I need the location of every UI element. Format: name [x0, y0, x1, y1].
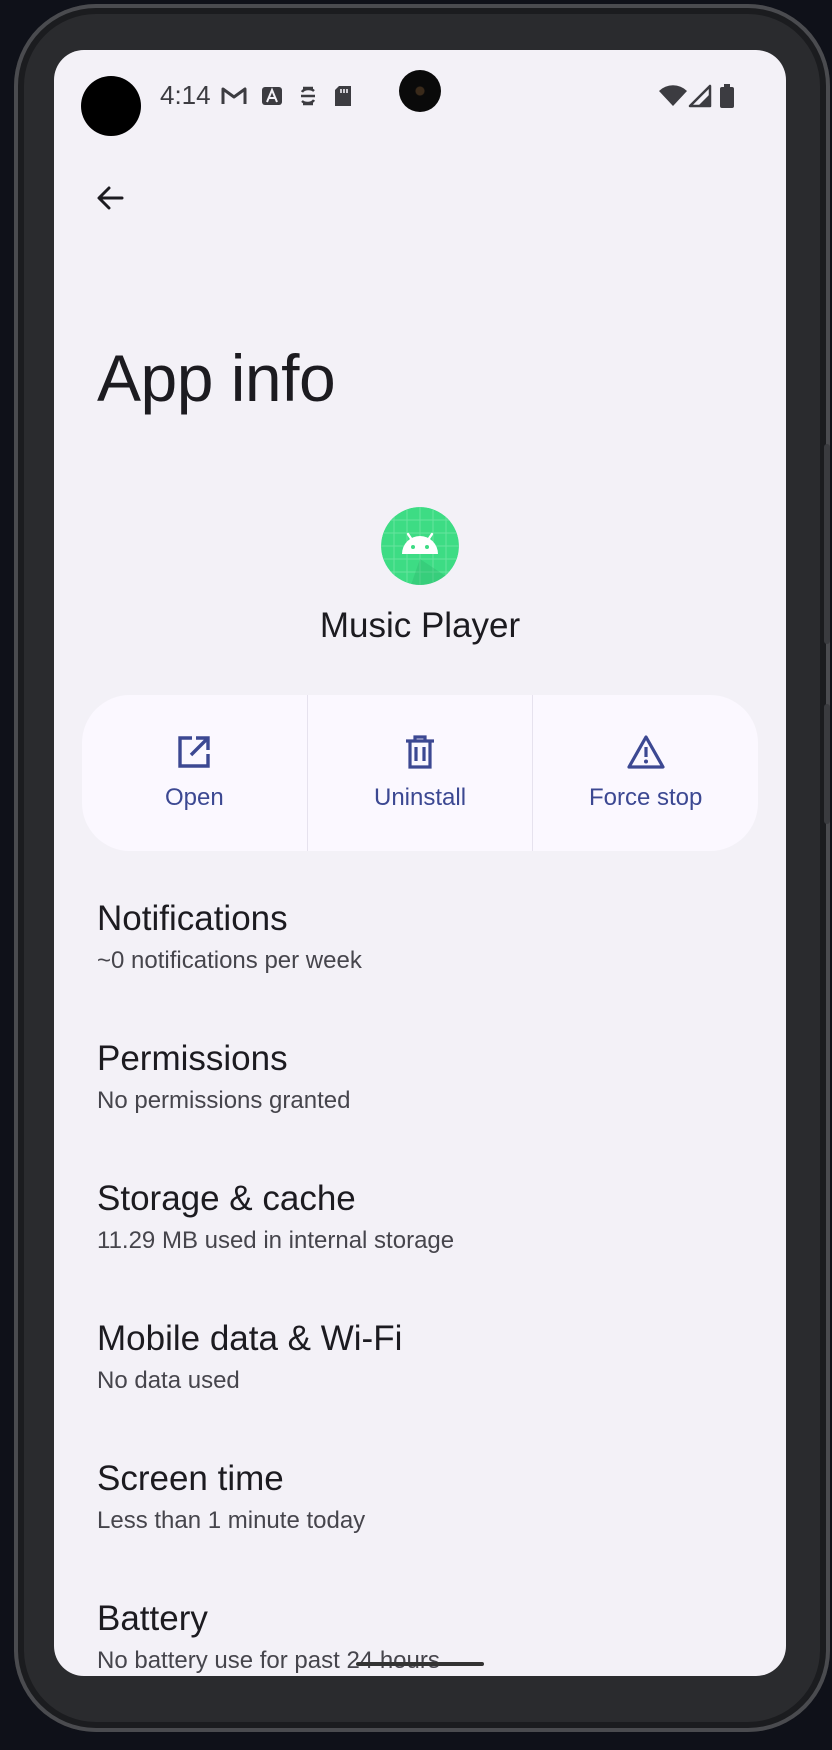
sd-card-icon: [335, 86, 351, 106]
force-stop-button[interactable]: Force stop: [533, 695, 758, 851]
arrow-left-icon: [97, 186, 124, 210]
uninstall-label: Uninstall: [373, 784, 467, 811]
permissions-item[interactable]: Permissions No permissions granted: [97, 1035, 757, 1175]
status-bar: 4:14: [54, 50, 786, 140]
mobile-data-wifi-item[interactable]: Mobile data & Wi-Fi No data used: [97, 1315, 757, 1455]
front-camera: [399, 70, 441, 112]
text-a-icon: [262, 87, 282, 105]
item-subtitle: ~0 notifications per week: [97, 947, 362, 974]
notifications-item[interactable]: Notifications ~0 notifications per week: [97, 895, 757, 1035]
item-title: Mobile data & Wi-Fi: [97, 1319, 403, 1358]
status-time: 4:14: [160, 80, 211, 110]
open-label: Open: [164, 784, 224, 811]
volume-button: [824, 444, 830, 644]
home-gesture-bar[interactable]: [356, 1662, 484, 1666]
battery-icon: [720, 84, 734, 108]
item-subtitle: No data used: [97, 1367, 240, 1394]
android-icon: [381, 507, 459, 585]
app-name: Music Player: [319, 606, 521, 645]
back-button[interactable]: [80, 168, 140, 228]
signal-icon: [688, 84, 712, 108]
open-external-icon: [178, 736, 211, 768]
camera-cutout: [81, 76, 141, 136]
item-title: Permissions: [97, 1039, 288, 1078]
page-title: App info: [97, 341, 336, 415]
trash-icon: [406, 735, 434, 769]
warning-icon: [627, 735, 665, 769]
item-title: Notifications: [97, 899, 288, 938]
item-title: Battery: [97, 1599, 208, 1638]
uninstall-button[interactable]: Uninstall: [308, 695, 534, 851]
wifi-icon: [659, 85, 687, 106]
gmail-icon: [221, 87, 247, 104]
action-bar: Open Uninstall Force stop: [82, 695, 758, 851]
item-subtitle: 11.29 MB used in internal storage: [97, 1227, 455, 1254]
item-subtitle: No battery use for past 24 hours: [97, 1647, 440, 1674]
settings-list: Notifications ~0 notifications per week …: [97, 895, 757, 1676]
screen-time-item[interactable]: Screen time Less than 1 minute today: [97, 1455, 757, 1595]
open-button[interactable]: Open: [82, 695, 308, 851]
item-title: Screen time: [97, 1459, 284, 1498]
item-subtitle: Less than 1 minute today: [97, 1507, 366, 1534]
item-subtitle: No permissions granted: [97, 1087, 351, 1114]
screen: 4:14 App info Music Player Open Uninstal…: [54, 50, 786, 1676]
force-stop-label: Force stop: [588, 784, 703, 811]
item-title: Storage & cache: [97, 1179, 356, 1218]
sync-icon: [300, 86, 316, 106]
storage-cache-item[interactable]: Storage & cache 11.29 MB used in interna…: [97, 1175, 757, 1315]
power-button: [824, 704, 830, 824]
